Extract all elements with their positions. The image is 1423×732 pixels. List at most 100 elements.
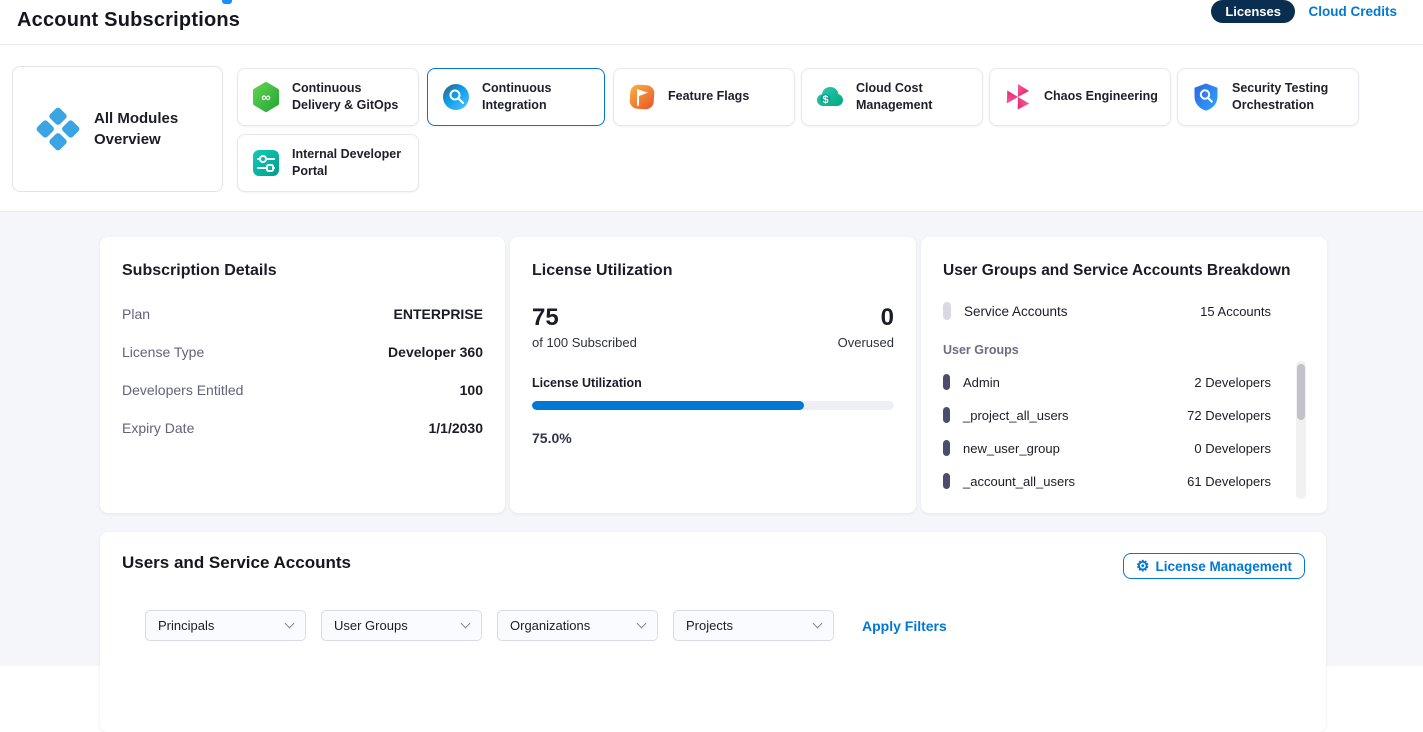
all-modules-overview-card[interactable]: All Modules Overview [12, 66, 223, 192]
licenses-tab[interactable]: Licenses [1211, 0, 1295, 23]
module-card-chaos-engineering[interactable]: Chaos Engineering [989, 68, 1171, 126]
module-card-feature-flags[interactable]: Feature Flags [613, 68, 795, 126]
subscription-row-developers-entitled: Developers Entitled 100 [122, 382, 483, 398]
user-group-value: 72 Developers [1187, 408, 1271, 423]
row-value: Developer 360 [388, 344, 483, 360]
module-card-cd-gitops[interactable]: ∞ Continuous Delivery & GitOps [237, 68, 419, 126]
all-modules-icon [35, 106, 81, 152]
subscribed-stat: 75 of 100 Subscribed [532, 304, 637, 350]
user-group-row: _account_all_users 61 Developers [943, 473, 1305, 489]
user-group-value: 2 Developers [1194, 375, 1271, 390]
module-selector-band: All Modules Overview ∞ Continuous Delive… [0, 45, 1423, 212]
user-group-value: 0 Developers [1194, 441, 1271, 456]
sto-icon [1190, 81, 1222, 113]
license-management-label: License Management [1155, 559, 1292, 574]
module-card-label: Continuous Delivery & GitOps [292, 80, 410, 115]
module-card-label: Security Testing Orchestration [1232, 80, 1350, 115]
license-utilization-title: License Utilization [532, 262, 894, 280]
ci-icon [440, 81, 472, 113]
user-group-name: _account_all_users [963, 474, 1075, 489]
user-group-name: _project_all_users [963, 408, 1069, 423]
row-value: ENTERPRISE [394, 306, 483, 322]
chaos-icon [1002, 81, 1034, 113]
utilization-stats: 75 of 100 Subscribed 0 Overused [532, 304, 894, 350]
progress-fill [532, 401, 804, 410]
chevron-down-icon [285, 619, 295, 629]
subscribed-count: 75 [532, 304, 637, 332]
dropdown-label: User Groups [334, 618, 408, 633]
top-header: Account Subscriptions Licenses Cloud Cre… [0, 0, 1423, 45]
row-label: Plan [122, 306, 150, 322]
service-accounts-label: Service Accounts [964, 304, 1068, 319]
service-accounts-row: Service Accounts 15 Accounts [943, 302, 1305, 320]
cloud-cost-icon: $ [814, 81, 846, 113]
user-groups-scrollbar[interactable] [1296, 361, 1306, 499]
user-group-value: 61 Developers [1187, 474, 1271, 489]
module-card-label: Continuous Integration [482, 80, 596, 115]
module-card-label: Feature Flags [668, 88, 749, 106]
subscription-details-title: Subscription Details [122, 262, 483, 280]
user-group-name: Admin [963, 375, 1000, 390]
subscription-details-card: Subscription Details Plan ENTERPRISE Lic… [100, 237, 505, 513]
filters-row: Principals User Groups Organizations Pro… [145, 610, 947, 641]
row-value: 100 [460, 382, 483, 398]
users-service-accounts-card: Users and Service Accounts ⚙ License Man… [100, 532, 1326, 732]
content-area: Subscription Details Plan ENTERPRISE Lic… [0, 212, 1423, 666]
row-value: 1/1/2030 [429, 420, 484, 436]
user-group-row: new_user_group 0 Developers [943, 440, 1305, 456]
dropdown-label: Organizations [510, 618, 590, 633]
all-modules-label: All Modules Overview [94, 108, 214, 150]
subscription-row-plan: Plan ENTERPRISE [122, 306, 483, 322]
user-group-marker-icon [943, 374, 950, 390]
chevron-down-icon [461, 619, 471, 629]
service-accounts-marker-icon [943, 302, 951, 320]
scrollbar-thumb[interactable] [1297, 364, 1305, 420]
row-label: License Type [122, 344, 204, 360]
overused-caption: Overused [838, 335, 894, 350]
overused-stat: 0 Overused [838, 304, 894, 350]
page-title: Account Subscriptions [17, 9, 240, 32]
user-groups-dropdown[interactable]: User Groups [321, 610, 482, 641]
license-utilization-card: License Utilization 75 of 100 Subscribed… [510, 237, 916, 513]
subscribed-caption: of 100 Subscribed [532, 335, 637, 350]
module-card-internal-developer-portal[interactable]: Internal Developer Portal [237, 134, 419, 192]
principals-dropdown[interactable]: Principals [145, 610, 306, 641]
service-accounts-value: 15 Accounts [1200, 304, 1271, 319]
cd-gitops-icon: ∞ [250, 81, 282, 113]
subscription-row-expiry-date: Expiry Date 1/1/2030 [122, 420, 483, 436]
users-section-title: Users and Service Accounts [122, 553, 351, 573]
breakdown-title: User Groups and Service Accounts Breakdo… [943, 262, 1305, 280]
apply-filters-link[interactable]: Apply Filters [862, 618, 947, 634]
idp-icon [250, 147, 282, 179]
gear-icon: ⚙ [1136, 559, 1149, 574]
svg-text:∞: ∞ [261, 90, 270, 105]
chevron-down-icon [813, 619, 823, 629]
module-card-label: Internal Developer Portal [292, 146, 410, 181]
user-group-marker-icon [943, 407, 950, 423]
user-group-row: _project_all_users 72 Developers [943, 407, 1305, 423]
utilization-progress-track [532, 401, 894, 410]
module-card-security-testing[interactable]: Security Testing Orchestration [1177, 68, 1359, 126]
chevron-down-icon [637, 619, 647, 629]
cloud-credits-tab[interactable]: Cloud Credits [1308, 4, 1397, 19]
module-card-label: Cloud Cost Management [856, 80, 974, 115]
module-card-cloud-cost[interactable]: $ Cloud Cost Management [801, 68, 983, 126]
user-group-marker-icon [943, 440, 950, 456]
svg-text:$: $ [822, 94, 828, 106]
license-management-button[interactable]: ⚙ License Management [1123, 553, 1305, 579]
dropdown-label: Principals [158, 618, 214, 633]
user-group-name: new_user_group [963, 441, 1060, 456]
user-group-marker-icon [943, 473, 950, 489]
breakdown-card: User Groups and Service Accounts Breakdo… [921, 237, 1327, 513]
overused-count: 0 [838, 304, 894, 332]
row-label: Developers Entitled [122, 382, 243, 398]
organizations-dropdown[interactable]: Organizations [497, 610, 658, 641]
feature-flags-icon [626, 81, 658, 113]
utilization-percent: 75.0% [532, 430, 894, 446]
subscription-row-license-type: License Type Developer 360 [122, 344, 483, 360]
user-group-row: Admin 2 Developers [943, 374, 1305, 390]
module-card-continuous-integration[interactable]: Continuous Integration [427, 68, 605, 126]
row-label: Expiry Date [122, 420, 194, 436]
module-card-label: Chaos Engineering [1044, 88, 1158, 106]
projects-dropdown[interactable]: Projects [673, 610, 834, 641]
